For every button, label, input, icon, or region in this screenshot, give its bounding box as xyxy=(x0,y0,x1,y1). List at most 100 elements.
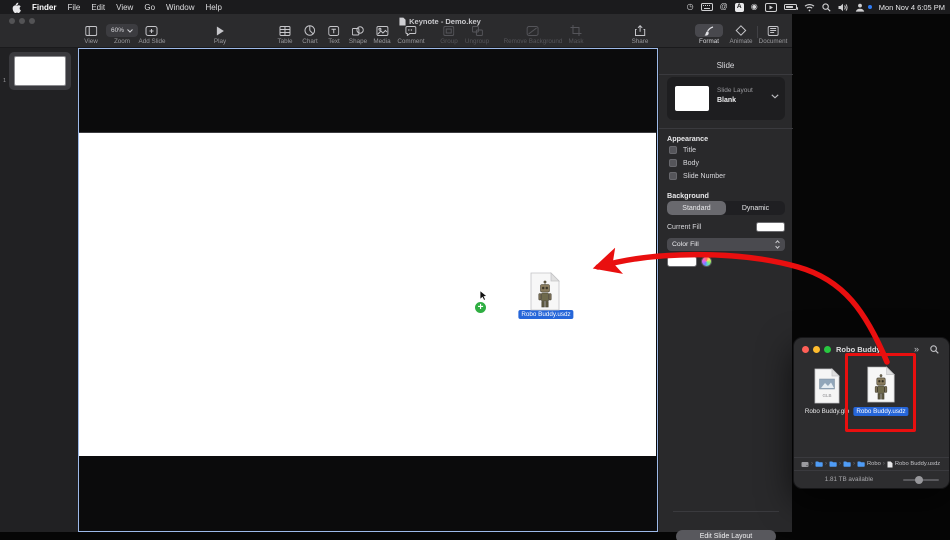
search-icon[interactable] xyxy=(930,345,939,354)
fill-type-dropdown[interactable]: Color Fill xyxy=(667,238,785,251)
toolbar-format-button[interactable]: Format xyxy=(695,24,723,45)
toolbar-text-button[interactable]: Text xyxy=(328,24,340,45)
menu-item-file[interactable]: File xyxy=(67,3,80,12)
chevron-down-icon xyxy=(771,94,779,99)
dragged-file-icon[interactable] xyxy=(528,272,562,317)
keyboard-icon[interactable] xyxy=(700,2,713,12)
checkbox-box[interactable] xyxy=(669,159,677,167)
slider-knob[interactable] xyxy=(915,476,923,484)
toolbar-chart-button[interactable]: Chart xyxy=(302,24,318,45)
icon-size-slider[interactable] xyxy=(903,476,939,484)
folder-icon[interactable] xyxy=(815,461,823,467)
share-icon xyxy=(634,24,646,37)
edit-slide-layout-button[interactable]: Edit Slide Layout xyxy=(676,530,776,540)
file-label-glb[interactable]: Robo Buddy.glb xyxy=(805,408,849,415)
mask-crop-icon xyxy=(570,24,582,37)
input-source-icon[interactable]: A xyxy=(734,2,744,12)
menu-item-go[interactable]: Go xyxy=(144,3,155,12)
animate-diamond-icon xyxy=(735,24,747,37)
slide-thumbnail[interactable] xyxy=(14,56,66,86)
file-icon[interactable] xyxy=(887,461,893,468)
wifi-icon[interactable] xyxy=(804,2,815,12)
segment-standard[interactable]: Standard xyxy=(667,201,726,215)
annotation-highlight-box xyxy=(845,353,916,432)
path-item-robo[interactable]: Robo xyxy=(867,461,881,467)
clock-status-icon[interactable]: ◷ xyxy=(687,2,694,12)
divider xyxy=(673,511,779,512)
stepper-icon xyxy=(775,240,780,249)
zoom-button[interactable] xyxy=(824,346,831,353)
svg-text:GLB: GLB xyxy=(822,393,831,398)
color-wheel-button[interactable] xyxy=(701,256,712,267)
checkbox-title[interactable]: Title xyxy=(669,146,696,154)
folder-icon[interactable] xyxy=(857,461,865,467)
folder-icon[interactable] xyxy=(843,461,851,467)
slide-layout-card[interactable]: Slide Layout Blank xyxy=(667,77,785,120)
toolbar-comment-button[interactable]: Comment xyxy=(397,24,425,45)
disk-icon[interactable] xyxy=(801,461,809,468)
segment-dynamic[interactable]: Dynamic xyxy=(726,201,785,215)
spotlight-search-icon[interactable] xyxy=(822,2,831,12)
apple-icon[interactable] xyxy=(11,2,21,13)
menu-item-help[interactable]: Help xyxy=(205,3,221,12)
toolbar-table-button[interactable]: Table xyxy=(277,24,293,45)
display-icon[interactable] xyxy=(764,2,777,12)
format-inspector: Slide Slide Layout Blank Appearance Titl… xyxy=(658,48,793,540)
battery-icon[interactable] xyxy=(783,4,799,10)
format-brush-icon xyxy=(704,25,714,36)
finder-path-bar: › › › › Robo › Robo Buddy.usdz xyxy=(794,457,949,470)
slide-canvas[interactable] xyxy=(78,48,658,532)
toolbar-view-button[interactable]: View xyxy=(84,24,98,45)
folder-icon[interactable] xyxy=(829,461,837,467)
slide-number: 1 xyxy=(3,78,7,84)
table-icon xyxy=(279,24,291,37)
toolbar-add-slide-button[interactable]: Add Slide xyxy=(139,24,165,45)
toolbar-document-button[interactable]: Document xyxy=(759,24,787,45)
notification-dot xyxy=(867,5,872,9)
path-item-file[interactable]: Robo Buddy.usdz xyxy=(895,461,940,467)
current-fill-swatch[interactable] xyxy=(756,222,785,232)
toolbar-share-button[interactable]: Share xyxy=(632,24,648,45)
toolbar-zoom-control[interactable]: 60% Zoom xyxy=(105,24,139,45)
media-icon xyxy=(376,24,388,37)
file-icon-glb[interactable]: GLB xyxy=(813,368,841,409)
record-status-icon[interactable]: ◉ xyxy=(751,2,758,12)
toolbar-play-button[interactable]: Play xyxy=(214,24,226,45)
slide-area[interactable] xyxy=(79,132,656,456)
group-icon xyxy=(443,24,455,37)
toolbar-animate-button[interactable]: Animate xyxy=(729,24,753,45)
toolbar-ungroup-button[interactable]: Ungroup xyxy=(465,24,489,45)
color-well[interactable] xyxy=(667,256,697,267)
slide-layout-label: Slide Layout xyxy=(717,87,753,94)
menu-item-view[interactable]: View xyxy=(116,3,133,12)
checkbox-box[interactable] xyxy=(669,146,677,154)
desktop: Finder File Edit View Go Window Help ◷ @… xyxy=(0,0,950,540)
finder-status-bar: 1.81 TB available xyxy=(794,470,949,488)
format-active-pill xyxy=(695,24,723,37)
window-traffic-lights[interactable] xyxy=(9,18,35,24)
at-circle-icon[interactable]: @ xyxy=(720,2,728,12)
checkbox-slide-number[interactable]: Slide Number xyxy=(669,172,725,180)
appearance-heading: Appearance xyxy=(667,134,709,143)
menu-item-window[interactable]: Window xyxy=(166,3,194,12)
close-button[interactable] xyxy=(802,346,809,353)
shape-icon xyxy=(352,24,364,37)
layout-thumbnail xyxy=(675,86,709,111)
menu-item-edit[interactable]: Edit xyxy=(91,3,105,12)
add-slide-icon xyxy=(146,24,158,37)
background-segmented-control: Standard Dynamic xyxy=(667,201,785,215)
user-account-icon[interactable] xyxy=(855,2,865,12)
toolbar-mask-button[interactable]: Mask xyxy=(568,24,584,45)
glb-thumbnail xyxy=(819,378,835,390)
toolbar-shape-button[interactable]: Shape xyxy=(349,24,367,45)
volume-icon[interactable] xyxy=(838,2,848,12)
toolbar-group-button[interactable]: Group xyxy=(440,24,458,45)
checkbox-box[interactable] xyxy=(669,172,677,180)
minimize-button[interactable] xyxy=(813,346,820,353)
menu-clock[interactable]: Mon Nov 4 6:05 PM xyxy=(879,3,945,12)
remove-background-icon xyxy=(527,24,539,37)
menu-item-finder[interactable]: Finder xyxy=(32,3,56,12)
toolbar-remove-background-button[interactable]: Remove Background xyxy=(504,24,562,45)
toolbar-media-button[interactable]: Media xyxy=(373,24,391,45)
checkbox-body[interactable]: Body xyxy=(669,159,699,167)
